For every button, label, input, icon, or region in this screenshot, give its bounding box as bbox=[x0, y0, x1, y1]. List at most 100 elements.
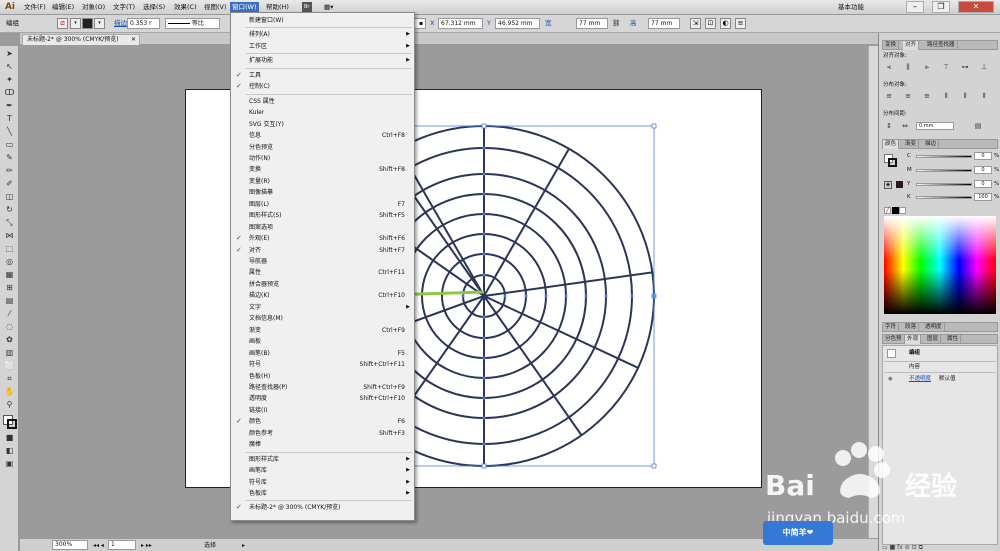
eraser-tool-icon[interactable]: ◫ bbox=[4, 192, 15, 202]
window-menu-item[interactable]: CSS 属性 bbox=[232, 96, 413, 107]
tab-transform[interactable]: 变换 bbox=[883, 41, 900, 50]
tab-color[interactable]: 颜色 bbox=[883, 140, 900, 149]
window-menu-item[interactable]: 文档信息(M) bbox=[232, 313, 413, 324]
artboard-tool-icon[interactable]: ⬜ bbox=[4, 361, 15, 371]
window-menu-item[interactable]: 分色预览 bbox=[232, 142, 413, 153]
distribute-right-icon[interactable]: ⦀ bbox=[980, 92, 988, 100]
window-menu-item[interactable]: 导航器 bbox=[232, 256, 413, 267]
align-bottom-icon[interactable]: ⊥ bbox=[980, 63, 988, 71]
rotate-tool-icon[interactable]: ↻ bbox=[4, 205, 15, 215]
window-menu-item[interactable]: 路径查找器(P) Shift+Ctrl+F9 bbox=[232, 382, 413, 393]
align-hcenter-icon[interactable]: ⫼ bbox=[904, 63, 912, 71]
tab-separations-preview[interactable]: 分色预 bbox=[883, 335, 905, 344]
direct-selection-tool-icon[interactable]: ↖ bbox=[4, 62, 15, 72]
screen-mode-icon[interactable]: ▣ bbox=[4, 459, 15, 469]
window-menu-item[interactable]: 颜色参考 Shift+F3 bbox=[232, 428, 413, 439]
zoom-tool-icon[interactable]: ⚲ bbox=[4, 400, 15, 410]
window-menu-item[interactable]: 图形样式库 ▶ bbox=[232, 454, 413, 465]
window-menu-item[interactable]: 描边(K) Ctrl+F10 bbox=[232, 290, 413, 301]
window-menu-item[interactable]: 透明度 Shift+Ctrl+F10 bbox=[232, 393, 413, 404]
channel-m-field[interactable]: 0 bbox=[974, 166, 992, 174]
none-color-icon[interactable]: ╱ bbox=[884, 207, 891, 214]
slice-tool-icon[interactable]: ⌗ bbox=[4, 374, 15, 384]
blob-brush-tool-icon[interactable]: ✐ bbox=[4, 179, 15, 189]
tab-pathfinder[interactable]: 路径查找器 bbox=[925, 41, 958, 50]
window-menu-item[interactable]: 链接(I) bbox=[232, 405, 413, 416]
tab-gradient[interactable]: 渐变 bbox=[903, 140, 920, 149]
gradient-tool-icon[interactable]: ▤ bbox=[4, 296, 15, 306]
window-menu-item[interactable]: 魔棒 bbox=[232, 439, 413, 450]
artboard-nav-forward-icons[interactable]: ▸ ▸▸ bbox=[141, 541, 152, 550]
pencil-tool-icon[interactable]: ✏ bbox=[4, 166, 15, 176]
window-menu-item[interactable]: 属性 Ctrl+F11 bbox=[232, 267, 413, 278]
window-menu-item[interactable]: 色板库 ▶ bbox=[232, 488, 413, 499]
channel-k-slider[interactable] bbox=[916, 196, 972, 199]
channel-m-slider[interactable] bbox=[916, 169, 972, 172]
status-arrow-icon[interactable]: ▸ bbox=[242, 541, 245, 550]
artboard-number-field[interactable]: 1 bbox=[108, 540, 136, 550]
magic-wand-tool-icon[interactable]: ✦ bbox=[4, 75, 15, 85]
distribute-hspace-icon[interactable]: ⇔ bbox=[901, 122, 909, 130]
window-menu-item[interactable]: ✓ 外观(E) Shift+F6 bbox=[232, 233, 413, 244]
out-of-gamut-icon[interactable]: ◈ bbox=[884, 181, 892, 189]
tab-character[interactable]: 字符 bbox=[883, 323, 900, 332]
channel-y-field[interactable]: 0 bbox=[974, 180, 992, 188]
mesh-tool-icon[interactable]: ⊞ bbox=[4, 283, 15, 293]
window-menu-item[interactable]: 符号库 ▶ bbox=[232, 477, 413, 488]
white-color-icon[interactable] bbox=[899, 207, 906, 214]
draw-mode-icon[interactable]: ◧ bbox=[4, 446, 15, 456]
window-menu-item[interactable]: 画笔库 ▶ bbox=[232, 465, 413, 476]
channel-c-field[interactable]: 0 bbox=[974, 152, 992, 160]
free-transform-tool-icon[interactable]: ⬚ bbox=[4, 244, 15, 254]
window-menu-item[interactable]: ✓ 颜色 F6 bbox=[232, 416, 413, 427]
black-color-icon[interactable] bbox=[892, 207, 899, 214]
lasso-tool-icon[interactable]: ↀ bbox=[4, 88, 15, 98]
window-menu-item[interactable]: 文字 ▶ bbox=[232, 302, 413, 313]
tab-paragraph[interactable]: 段落 bbox=[903, 323, 920, 332]
window-menu-item[interactable]: 画板 bbox=[232, 336, 413, 347]
appearance-contents-row[interactable]: 内容 bbox=[909, 363, 920, 371]
window-menu-item[interactable]: SVG 交互(Y) bbox=[232, 119, 413, 130]
tab-stroke[interactable]: 描边 bbox=[923, 140, 940, 149]
distribute-left-icon[interactable]: ⦀ bbox=[942, 92, 950, 100]
align-left-icon[interactable]: ⫷ bbox=[885, 63, 893, 71]
window-menu-item[interactable]: 图层(L) F7 bbox=[232, 199, 413, 210]
appearance-footer-icons[interactable]: ▭ ■ fx ⊘ ⊡ ⧉ bbox=[882, 545, 998, 551]
stroke-color-icon[interactable] bbox=[7, 419, 17, 429]
window-menu-item[interactable]: 图像描摹 bbox=[232, 187, 413, 198]
window-menu-item[interactable]: 拼合器预览 bbox=[232, 279, 413, 290]
color-stroke-swatch[interactable] bbox=[888, 158, 897, 167]
window-menu-item[interactable]: 图形样式(S) Shift+F5 bbox=[232, 210, 413, 221]
align-top-icon[interactable]: ⊤ bbox=[942, 63, 950, 71]
window-menu-item[interactable]: ✓ 控制(C) bbox=[232, 81, 413, 92]
symbol-sprayer-tool-icon[interactable]: ✿ bbox=[4, 335, 15, 345]
window-menu-item[interactable]: 扩展功能 ▶ bbox=[232, 55, 413, 66]
channel-y-slider[interactable] bbox=[916, 183, 972, 186]
eyedropper-tool-icon[interactable]: ⁄ bbox=[4, 309, 15, 319]
spacing-field[interactable]: 0 mm bbox=[916, 122, 954, 130]
perspective-grid-tool-icon[interactable]: ▦ bbox=[4, 270, 15, 280]
line-tool-icon[interactable]: ╲ bbox=[4, 127, 15, 137]
window-menu-item[interactable]: 渐变 Ctrl+F9 bbox=[232, 325, 413, 336]
tab-transparency[interactable]: 透明度 bbox=[923, 323, 945, 332]
shape-builder-tool-icon[interactable]: ◎ bbox=[4, 257, 15, 267]
window-menu-item[interactable]: 图案选项 bbox=[232, 222, 413, 233]
window-menu-item[interactable]: 变换 Shift+F8 bbox=[232, 164, 413, 175]
tab-align[interactable]: 对齐 bbox=[903, 41, 920, 50]
distribute-hcenter-icon[interactable]: ⦀ bbox=[961, 92, 969, 100]
type-tool-icon[interactable]: T bbox=[4, 114, 15, 124]
window-menu-item[interactable]: 动作(N) bbox=[232, 153, 413, 164]
zoom-field[interactable]: 300% bbox=[52, 540, 88, 550]
window-menu-item[interactable]: 工作区 ▶ bbox=[232, 41, 413, 52]
distribute-top-icon[interactable]: ≡ bbox=[885, 92, 893, 100]
opacity-link[interactable]: 不透明度 bbox=[909, 375, 931, 383]
tab-attributes[interactable]: 属性 bbox=[945, 335, 962, 344]
tab-layers[interactable]: 图层 bbox=[925, 335, 942, 344]
window-menu-item[interactable]: 色板(H) bbox=[232, 371, 413, 382]
window-menu-item[interactable]: 变量(R) bbox=[232, 176, 413, 187]
align-to-icon[interactable]: ▤ bbox=[974, 122, 982, 130]
window-menu-item[interactable]: 新建窗口(W) bbox=[232, 15, 413, 26]
window-menu-item[interactable]: ✓ 工具 bbox=[232, 70, 413, 81]
pen-tool-icon[interactable]: ✒ bbox=[4, 101, 15, 111]
window-menu-item[interactable]: 符号 Shift+Ctrl+F11 bbox=[232, 359, 413, 370]
